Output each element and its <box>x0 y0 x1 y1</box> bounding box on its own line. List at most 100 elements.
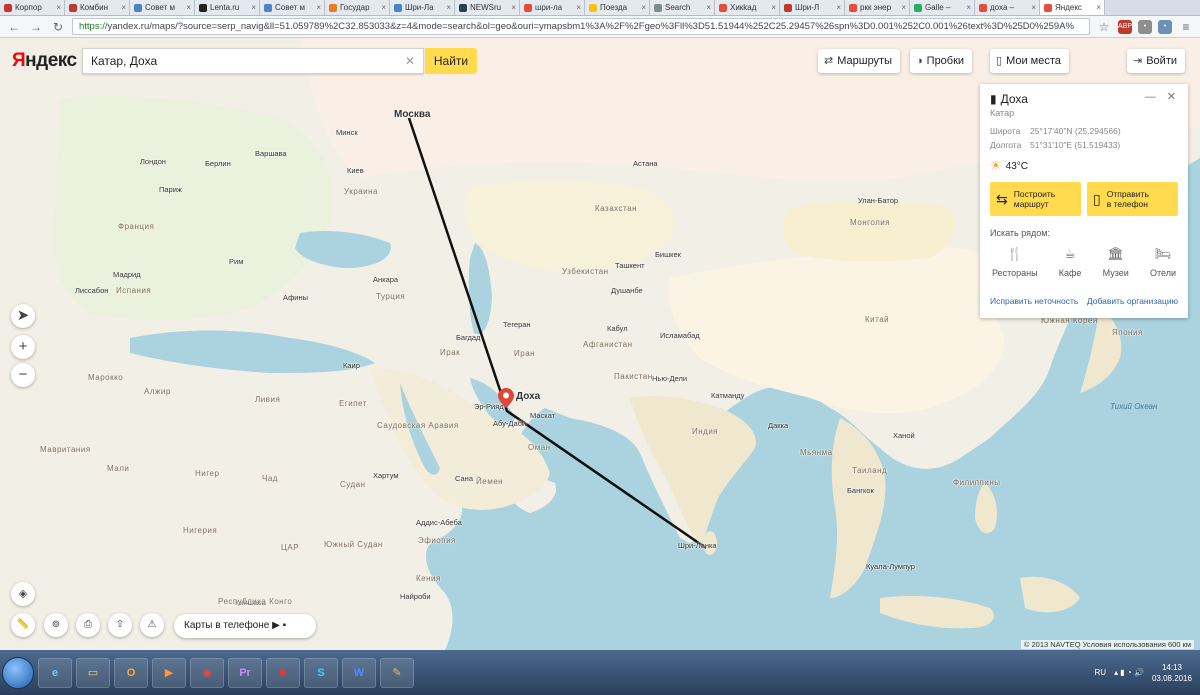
city-label: Найроби <box>400 592 431 601</box>
search-value: Катар, Доха <box>91 54 158 68</box>
tab-close-icon[interactable]: × <box>511 0 516 15</box>
panel-actions: ⇆ Построить маршрут ▯ Отправить в телефон <box>990 182 1178 216</box>
category-restaurants[interactable]: 🍴 Рестораны <box>992 246 1038 278</box>
print-icon[interactable]: ⎙ <box>76 613 100 637</box>
category-cafe[interactable]: ☕ Кафе <box>1059 246 1082 278</box>
add-organization-link[interactable]: Добавить организацию <box>1087 296 1178 306</box>
tab-close-icon[interactable]: × <box>706 0 711 15</box>
reload-icon[interactable]: ↻ <box>50 19 66 35</box>
tab-close-icon[interactable]: × <box>186 0 191 15</box>
ie-icon[interactable]: e <box>38 657 72 688</box>
system-tray: RU ▴ ▮ ◔ 🔊 14:13 03.08.2016 <box>1095 662 1200 684</box>
search-input[interactable]: Катар, Доха ✕ <box>82 48 424 74</box>
clock-date: 03.08.2016 <box>1151 673 1192 683</box>
bookmark-icon[interactable]: ▮ <box>990 92 997 106</box>
tab-close-icon[interactable]: × <box>316 0 321 15</box>
browser-tab[interactable]: Совет м × <box>260 0 325 15</box>
login-label: Войти <box>1146 55 1178 67</box>
my-places-button[interactable]: ▯ Мои места <box>990 49 1069 73</box>
browser-tab[interactable]: Search × <box>650 0 715 15</box>
send-to-phone-button[interactable]: ▯ Отправить в телефон <box>1087 182 1178 216</box>
build-route-button[interactable]: ⇆ Построить маршрут <box>990 182 1081 216</box>
back-icon[interactable]: ← <box>6 19 22 35</box>
tab-close-icon[interactable]: × <box>251 0 256 15</box>
tab-close-icon[interactable]: × <box>1031 0 1036 15</box>
forward-icon[interactable]: → <box>28 19 44 35</box>
bookmark-star-icon[interactable]: ☆ <box>1096 19 1112 35</box>
fix-inaccuracy-link[interactable]: Исправить неточность <box>990 296 1078 306</box>
skype-icon[interactable]: S <box>304 657 338 688</box>
browser-tab[interactable]: Lenta.ru × <box>195 0 260 15</box>
language-indicator[interactable]: RU <box>1095 668 1107 677</box>
start-button[interactable] <box>2 656 34 689</box>
location-pin-icon[interactable] <box>498 388 514 408</box>
tab-close-icon[interactable]: × <box>901 0 906 15</box>
category-hotels[interactable]: 🛏 Отели <box>1150 246 1176 278</box>
app-icon[interactable]: ■ <box>266 657 300 688</box>
explorer-icon[interactable]: ▭ <box>76 657 110 688</box>
country-label: Украина <box>344 187 378 196</box>
tab-close-icon[interactable]: × <box>1096 0 1101 15</box>
word-icon[interactable]: W <box>342 657 376 688</box>
browser-tab[interactable]: доха – × <box>975 0 1040 15</box>
extension-icon[interactable]: • <box>1138 19 1152 34</box>
extension-icon[interactable]: • <box>1158 19 1172 34</box>
tray-icons[interactable]: ▴ ▮ ◔ 🔊 <box>1114 668 1144 677</box>
tab-close-icon[interactable]: × <box>121 0 126 15</box>
zoom-in-button[interactable]: + <box>11 335 35 359</box>
outlook-icon[interactable]: O <box>114 657 148 688</box>
clear-icon[interactable]: ✕ <box>405 54 415 68</box>
browser-tab[interactable]: NEWSru × <box>455 0 520 15</box>
tab-close-icon[interactable]: × <box>836 0 841 15</box>
browser-tab[interactable]: Комбин × <box>65 0 130 15</box>
browser-tab[interactable]: Хикkад × <box>715 0 780 15</box>
geolocation-icon[interactable]: ➤ <box>11 304 35 328</box>
ruler-icon[interactable]: 📏 <box>11 613 35 637</box>
weather-value: 43°C <box>1005 160 1028 172</box>
country-label: Монголия <box>850 218 891 227</box>
browser-tab[interactable]: Корпор × <box>0 0 65 15</box>
category-museums[interactable]: 🏛 Музеи <box>1103 246 1129 278</box>
clock[interactable]: 14:13 03.08.2016 <box>1152 662 1192 684</box>
tab-close-icon[interactable]: × <box>771 0 776 15</box>
login-button[interactable]: ⇥ Войти <box>1127 49 1186 73</box>
browser-tab[interactable]: Шри-Л × <box>780 0 845 15</box>
find-button[interactable]: Найти <box>425 48 477 74</box>
layers-icon[interactable]: ◈ <box>11 582 35 606</box>
maps-on-phone-button[interactable]: Карты в телефоне ▶ ▪ <box>174 614 316 638</box>
browser-tab[interactable]: Galle – × <box>910 0 975 15</box>
browser-tab[interactable]: Шри-Ла × <box>390 0 455 15</box>
warning-icon[interactable]: ⚠ <box>140 613 164 637</box>
panorama-icon[interactable]: ⊚ <box>44 613 68 637</box>
map-view[interactable]: Москва Минск Киев Варшава Берлин Лондон … <box>0 38 1200 650</box>
zoom-out-button[interactable]: − <box>11 363 35 387</box>
browser-tab[interactable]: Поезда × <box>585 0 650 15</box>
menu-icon[interactable]: ≡ <box>1178 19 1194 35</box>
routes-button[interactable]: ⇄ Маршруты <box>818 49 901 73</box>
browser-tab[interactable]: Совет м × <box>130 0 195 15</box>
browser-tab[interactable]: ркк энер × <box>845 0 910 15</box>
browser-tab[interactable]: Яндекс × <box>1040 0 1105 15</box>
tab-close-icon[interactable]: × <box>576 0 581 15</box>
tab-close-icon[interactable]: × <box>381 0 386 15</box>
tab-label: Государ <box>340 3 370 12</box>
country-label: Афганистан <box>583 340 633 349</box>
tool-icon[interactable]: ✎ <box>380 657 414 688</box>
traffic-button[interactable]: ◑ Пробки <box>910 49 973 73</box>
panel-window-controls[interactable]: — ✕ <box>1145 90 1180 103</box>
browser-tab[interactable]: Государ × <box>325 0 390 15</box>
tab-close-icon[interactable]: × <box>56 0 61 15</box>
place-title-text: Доха <box>1000 92 1028 106</box>
tab-close-icon[interactable]: × <box>446 0 451 15</box>
premiere-icon[interactable]: Pr <box>228 657 262 688</box>
tab-close-icon[interactable]: × <box>641 0 646 15</box>
bed-icon: 🛏 <box>1154 246 1172 261</box>
tab-close-icon[interactable]: × <box>966 0 971 15</box>
media-player-icon[interactable]: ▶ <box>152 657 186 688</box>
share-icon[interactable]: ⇧ <box>108 613 132 637</box>
url-field[interactable]: https://yandex.ru/maps/?source=serp_navi… <box>72 18 1090 35</box>
browser-tab[interactable]: шри-ла × <box>520 0 585 15</box>
yandex-logo[interactable]: Яндекс <box>12 50 77 72</box>
chrome-icon[interactable]: ◉ <box>190 657 224 688</box>
adblock-icon[interactable]: ABP <box>1118 19 1132 34</box>
